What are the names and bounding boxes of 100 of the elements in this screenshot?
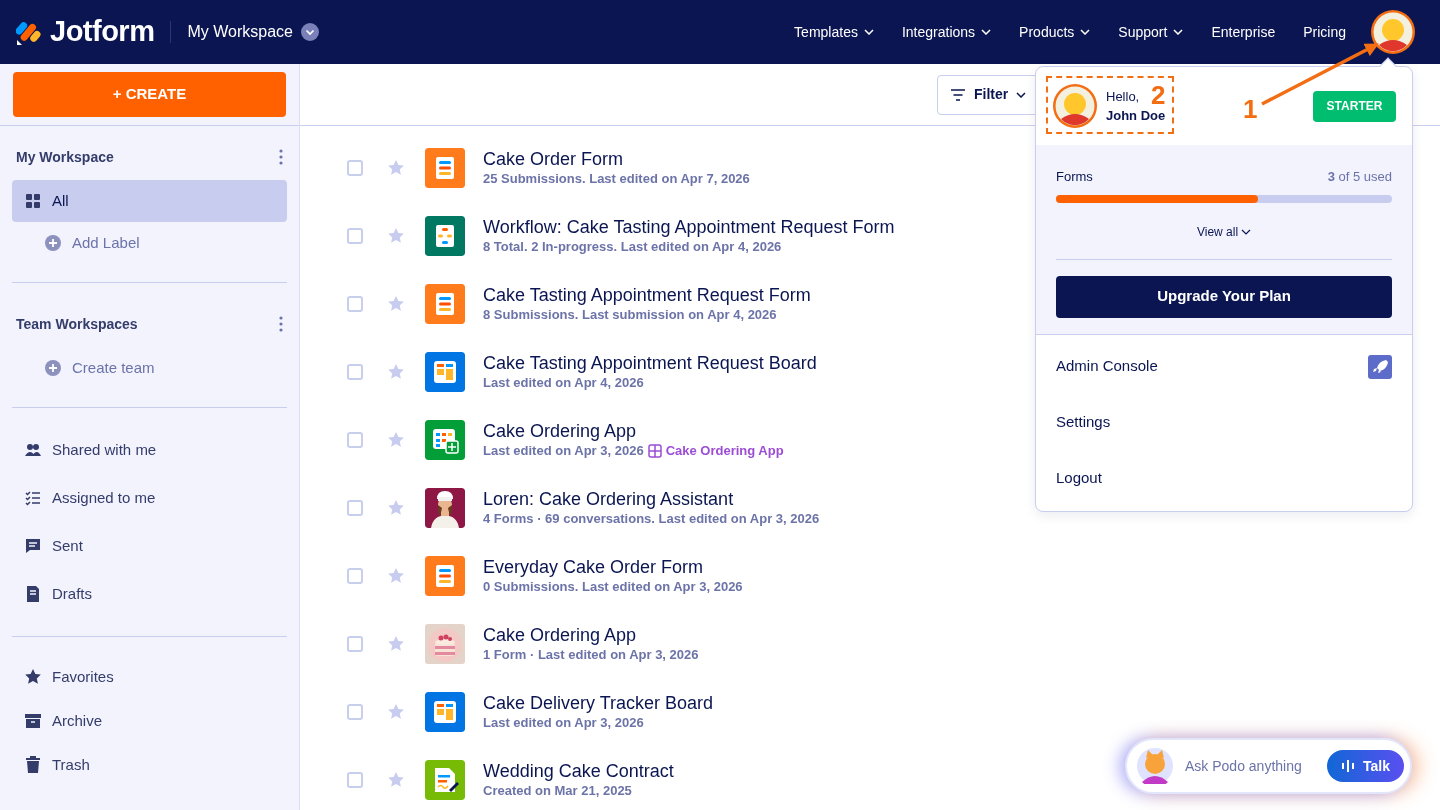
asset-title[interactable]: Cake Tasting Appointment Request Board <box>483 352 817 374</box>
checkbox[interactable] <box>347 636 363 652</box>
nav-link[interactable]: Products <box>1005 21 1105 43</box>
checkbox[interactable] <box>347 500 363 516</box>
asset-meta: 1 Form · Last edited on Apr 3, 2026 <box>483 646 699 664</box>
annotation-number: 2 <box>1151 82 1166 108</box>
checkbox[interactable] <box>347 364 363 380</box>
star-icon[interactable] <box>387 227 405 245</box>
checkbox[interactable] <box>347 772 363 788</box>
checkbox[interactable] <box>347 160 363 176</box>
form-icon <box>425 284 465 324</box>
star-icon[interactable] <box>387 567 405 585</box>
sidebar-item[interactable]: All <box>12 180 287 222</box>
avatar-icon[interactable] <box>1370 9 1416 55</box>
message-icon <box>24 537 42 555</box>
menu-item[interactable]: Admin Console <box>1036 338 1412 395</box>
checkbox[interactable] <box>347 568 363 584</box>
caret-icon <box>1080 29 1091 35</box>
asset-title[interactable]: Wedding Cake Contract <box>483 760 674 782</box>
greeting: Hello, <box>1106 88 1140 106</box>
star-icon[interactable] <box>387 363 405 381</box>
form-icon <box>425 556 465 596</box>
section-title: My Workspace <box>16 147 114 167</box>
filter-icon <box>950 88 966 101</box>
board-icon <box>425 352 465 392</box>
asset-title[interactable]: Cake Delivery Tracker Board <box>483 692 714 714</box>
people-icon <box>24 441 42 459</box>
caret-icon <box>981 29 992 35</box>
nav-link[interactable]: Templates <box>780 21 888 43</box>
checklist-icon <box>24 489 42 507</box>
asset-meta: Last edited on Apr 3, 2026 <box>483 442 644 460</box>
workspace-switcher[interactable]: My Workspace <box>187 20 319 44</box>
star-icon[interactable] <box>387 295 405 313</box>
nav-link[interactable]: Pricing <box>1289 21 1360 43</box>
asset-meta: Last edited on Apr 4, 2026 <box>483 374 644 392</box>
star-icon[interactable] <box>387 635 405 653</box>
sidebar-item[interactable]: Shared with me <box>12 426 287 474</box>
trash-icon <box>24 756 42 774</box>
spreadsheet-icon <box>425 420 465 460</box>
view-all-link[interactable]: View all <box>1190 221 1258 242</box>
menu-item[interactable]: Settings <box>1036 394 1412 451</box>
asset-meta: 25 Submissions. Last edited on Apr 7, 2026 <box>483 170 750 188</box>
checkbox[interactable] <box>347 704 363 720</box>
asset-meta: 0 Submissions. Last edited on Apr 3, 2026 <box>483 578 743 596</box>
nav-link[interactable]: Enterprise <box>1197 21 1290 43</box>
asset-title[interactable]: Cake Order Form <box>483 148 750 170</box>
more-icon[interactable] <box>279 149 283 165</box>
asset-title[interactable]: Everyday Cake Order Form <box>483 556 743 578</box>
add-icon <box>44 234 62 252</box>
caret-icon <box>1173 29 1184 35</box>
ask-field[interactable]: Ask Podo anything <box>1173 754 1327 778</box>
archive-icon <box>24 712 42 730</box>
caret-icon <box>1016 91 1027 98</box>
rocket-icon <box>1368 354 1392 379</box>
asset-title[interactable]: Cake Tasting Appointment Request Form <box>483 284 811 306</box>
asset-title[interactable]: Workflow: Cake Tasting Appointment Request Form <box>483 216 895 238</box>
caret-icon <box>863 29 874 35</box>
star-icon[interactable] <box>387 771 405 789</box>
brand-name[interactable]: Jotform <box>50 10 155 54</box>
checkbox[interactable] <box>347 296 363 312</box>
star-icon[interactable] <box>387 499 405 517</box>
sidebar-item[interactable]: Drafts <box>12 570 287 618</box>
sidebar-item[interactable]: Favorites <box>12 655 287 699</box>
user-name: John Doe <box>1106 107 1166 125</box>
nav-link[interactable]: Support <box>1104 21 1198 43</box>
asset-link[interactable]: Cake Ordering App <box>665 442 784 460</box>
sidebar-item[interactable]: Assigned to me <box>12 474 287 522</box>
asset-title[interactable]: Cake Ordering App <box>483 420 784 442</box>
document-icon <box>24 585 42 603</box>
asset-meta: 4 Forms · 69 conversations. Last edited on Apr 3, 2026 <box>483 510 820 528</box>
sign-document-icon <box>425 760 465 800</box>
asset-title[interactable]: Loren: Cake Ordering Assistant <box>483 488 820 510</box>
grid-icon <box>647 444 662 458</box>
menu-item[interactable]: Logout <box>1036 450 1412 507</box>
annotation-number: 1 <box>1243 96 1258 122</box>
star-icon[interactable] <box>387 159 405 177</box>
upgrade-button[interactable]: Upgrade Your Plan <box>1056 275 1392 318</box>
more-icon[interactable] <box>279 316 283 332</box>
talk-button[interactable]: Talk <box>1327 750 1404 782</box>
sidebar-item[interactable]: Sent <box>12 522 287 570</box>
avatar-icon <box>1052 83 1098 129</box>
asset-meta: 8 Submissions. Last submission on Apr 4, 2026 <box>483 306 777 324</box>
caret-icon <box>1241 229 1252 236</box>
sidebar-item[interactable]: Create team <box>12 347 287 389</box>
asset-meta: Created on Mar 21, 2025 <box>483 782 632 800</box>
nav-link[interactable]: Integrations <box>887 21 1006 43</box>
add-icon <box>44 359 62 377</box>
checkbox[interactable] <box>347 432 363 448</box>
star-icon[interactable] <box>387 431 405 449</box>
sidebar-item[interactable]: Trash <box>12 743 287 787</box>
star-icon[interactable] <box>387 703 405 721</box>
sidebar-item[interactable]: Add Label <box>12 222 287 264</box>
section-title: Team Workspaces <box>16 314 138 334</box>
asset-title[interactable]: Cake Ordering App <box>483 624 699 646</box>
sidebar-item[interactable]: Archive <box>12 699 287 743</box>
usage-reading: 3 of 5 used <box>1327 168 1392 186</box>
form-icon <box>425 148 465 188</box>
chevron-icon <box>300 23 319 41</box>
checkbox[interactable] <box>347 228 363 244</box>
star-icon <box>24 668 42 686</box>
